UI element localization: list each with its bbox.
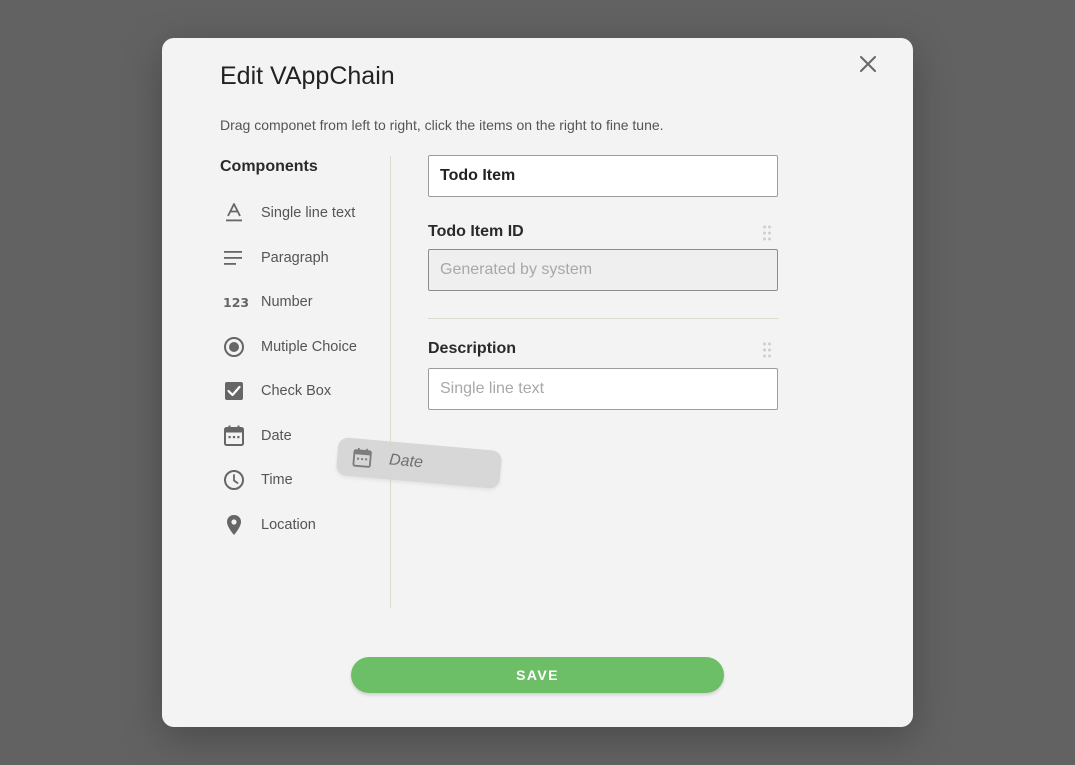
component-single-line-text[interactable]: Single line text [220,191,357,236]
drag-handle-icon[interactable] [762,342,772,358]
radio-button-icon [220,333,248,361]
dialog-title: Edit VAppChain [220,62,395,90]
dialog-subtitle: Drag componet from left to right, click … [220,117,664,133]
component-label: Check Box [261,383,332,400]
field-label: Description [428,340,517,357]
component-location[interactable]: Location [220,503,357,548]
component-label: Single line text [261,205,356,222]
svg-text:123: 123 [223,295,248,310]
field-todo-item-id[interactable]: Todo Item ID [428,223,778,291]
component-label: Paragraph [261,249,329,266]
component-check-box[interactable]: Check Box [220,369,357,414]
form-title-input[interactable] [428,155,778,197]
component-label: Date [261,427,292,444]
components-heading: Components [220,158,318,175]
field-description[interactable]: Description [428,340,778,410]
calendar-icon [220,422,248,450]
component-number[interactable]: 123 Number [220,280,357,325]
field-divider [428,318,778,319]
clock-icon [220,466,248,494]
checkbox-icon [220,377,248,405]
component-label: Location [261,516,316,533]
todo-item-id-input [428,249,778,291]
location-pin-icon [220,511,248,539]
components-list: Single line text Paragraph 123 Number Mu… [220,191,357,547]
component-paragraph[interactable]: Paragraph [220,236,357,281]
text-format-icon [220,199,248,227]
field-label: Todo Item ID [428,223,524,240]
drag-ghost-label: Date [388,451,424,472]
components-panel: Components Single line text Paragraph 12… [220,156,390,608]
edit-dialog: Edit VAppChain Drag componet from left t… [162,38,913,727]
component-multiple-choice[interactable]: Mutiple Choice [220,325,357,370]
number-icon: 123 [220,288,248,316]
drag-handle-icon[interactable] [762,225,772,241]
component-date[interactable]: Date [220,414,357,459]
component-label: Number [261,294,313,311]
close-icon [860,56,876,72]
panel-divider [390,156,391,608]
calendar-icon [352,448,372,468]
component-label: Mutiple Choice [261,338,357,355]
description-input[interactable] [428,368,778,410]
close-button[interactable] [852,50,884,78]
paragraph-icon [220,244,248,272]
component-label: Time [261,472,293,489]
save-button[interactable]: SAVE [351,657,724,693]
